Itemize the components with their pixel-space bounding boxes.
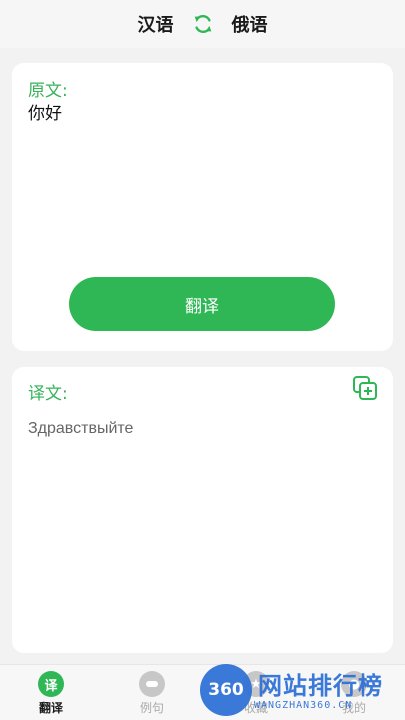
swap-languages-button[interactable]: [192, 13, 214, 35]
nav-item-favorites[interactable]: ★ 收藏: [226, 671, 286, 716]
source-text-input[interactable]: 你好: [28, 99, 62, 124]
nav-item-examples[interactable]: 例句: [122, 671, 182, 716]
nav-item-label: 例句: [139, 701, 164, 715]
swap-arrows-icon: [194, 14, 211, 34]
source-label: 原文:: [28, 81, 68, 101]
translate-button[interactable]: 翻译: [69, 277, 335, 331]
target-language-selector[interactable]: 俄语: [232, 11, 268, 37]
nav-item-label: 收藏: [243, 701, 268, 715]
target-label: 译文:: [28, 384, 68, 404]
source-language-selector[interactable]: 汉语: [138, 11, 174, 37]
nav-item-label: 我的: [341, 701, 366, 715]
translation-result-text: Здравствыйте: [28, 420, 134, 437]
star-icon: ★: [243, 671, 269, 697]
translate-tab-icon: 译: [38, 671, 64, 697]
source-panel: 原文: 你好 翻译: [12, 63, 393, 351]
bottom-navigation: 译 翻译 例句 ★ 收藏 ● 我的: [0, 664, 405, 720]
examples-tab-icon: [139, 671, 165, 697]
nav-item-mine[interactable]: ● 我的: [324, 671, 384, 716]
user-icon: ●: [341, 671, 367, 697]
target-panel: 译文: Здравствыйте: [12, 367, 393, 653]
nav-item-label: 翻译: [38, 701, 63, 715]
nav-item-translate[interactable]: 译 翻译: [21, 671, 81, 716]
copy-add-icon[interactable]: [352, 375, 378, 401]
language-bar: 汉语 俄语: [0, 0, 405, 48]
